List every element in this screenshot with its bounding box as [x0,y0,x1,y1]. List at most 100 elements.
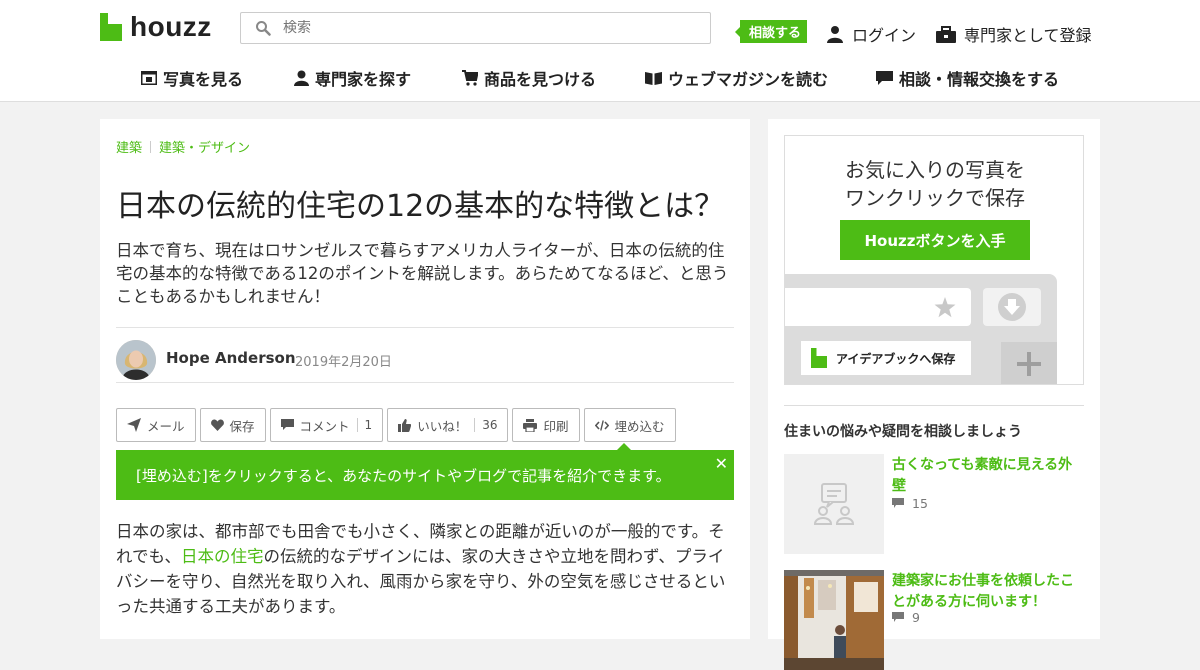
breadcrumb-separator [150,140,152,153]
comment-icon [892,612,904,622]
sidebar-divider [784,405,1084,406]
publish-date: 2019年2月20日 [295,355,392,370]
register-pro-link[interactable]: 専門家として登録 [936,22,1092,46]
main-nav: 写真を見る 専門家を探す 商品を見つける ウェブマガジンを読む 相談・情報交換を… [0,66,1200,92]
top-header: houzz 相談する ログイン 専門家として登録 写真を見る 専門家を探す 商品… [0,0,1200,102]
person-icon [294,70,309,86]
article-panel: 建築 建築・デザイン 日本の伝統的住宅の12の基本的な特徴とは？ 日本で育ち、現… [100,119,750,639]
comment-button[interactable]: コメント 1 [269,408,384,442]
author-photo [116,340,156,380]
article-body-paragraph: 日本の家は、都市部でも田舎でも小さく、隣家との距離が近いのが一般的です。それでも… [116,519,736,619]
question-thumbnail [784,454,884,554]
get-houzz-button[interactable]: Houzzボタンを入手 [840,220,1030,260]
download-icon [998,293,1026,321]
user-icon [827,26,843,43]
logo-text: houzz [130,11,212,42]
breadcrumb-item-architecture[interactable]: 建築 [116,137,142,156]
question-reply-count: 15 [912,496,928,511]
author-avatar[interactable] [116,340,156,380]
question-thumbnail [784,570,884,670]
nav-label-magazine: ウェブマガジンを読む [668,70,829,89]
question-meta: 15 [892,496,928,511]
save-to-ideabook-label: アイデアブックへ保存 [836,351,956,366]
divider [116,382,734,383]
mail-button[interactable]: メール [116,408,196,442]
consult-button[interactable]: 相談する [734,20,808,43]
search-box[interactable] [240,12,711,44]
nav-label-products: 商品を見つける [484,70,597,89]
nav-item-photos[interactable]: 写真を見る [141,66,243,90]
breadcrumb-item-design[interactable]: 建築・デザイン [159,137,250,156]
embed-info-text: [埋め込む]をクリックすると、あなたのサイトやブログで記事を紹介できます。 [136,466,671,485]
question-title[interactable]: 建築家にお仕事を依頼したことがある方に伺います！ [892,571,1082,613]
get-houzz-button-label: Houzzボタンを入手 [864,231,1006,250]
nav-label-professionals: 専門家を探す [315,70,412,89]
embed-label: 埋め込む [614,418,665,434]
thumbs-up-icon [398,418,412,432]
book-icon [645,72,662,85]
like-count: 36 [474,418,497,432]
embed-button[interactable]: 埋め込む [583,408,676,442]
save-to-ideabook-illustration: アイデアブックへ保存 [801,341,971,375]
question-title[interactable]: 古くなっても素敵に見える外壁 [892,455,1082,497]
chat-icon [876,70,893,85]
heart-icon [210,419,224,431]
download-button-illustration [983,288,1041,326]
author-name[interactable]: Hope Anderson [166,349,296,367]
search-icon [256,21,271,36]
send-icon [127,418,141,432]
nav-item-magazine[interactable]: ウェブマガジンを読む [645,66,828,90]
banner-pointer [616,443,632,451]
comment-icon [280,419,294,430]
search-input[interactable] [283,20,683,36]
consult-label: 相談する [749,26,802,41]
star-icon [934,297,956,318]
embed-info-banner: [埋め込む]をクリックすると、あなたのサイトやブログで記事を紹介できます。 ✕ [116,443,734,500]
discussion-placeholder-icon [813,483,855,525]
office-photo [784,570,884,670]
login-link[interactable]: ログイン [826,22,916,46]
article-title: 日本の伝統的住宅の12の基本的な特徴とは？ [116,189,725,224]
comment-count: 1 [356,418,372,432]
printer-icon [523,418,538,432]
sidebar: お気に入りの写真を ワンクリックで保存 Houzzボタンを入手 アイデアブックへ… [768,119,1100,670]
login-label: ログイン [852,26,917,45]
questions-heading: 住まいの悩みや疑問を相談しましょう [784,424,1022,440]
question-reply-count: 9 [912,610,920,625]
code-icon [594,419,609,431]
breadcrumb: 建築 建築・デザイン [116,137,250,156]
address-bar-illustration [785,288,971,326]
briefcase-icon [936,25,956,43]
print-button[interactable]: 印刷 [512,408,580,442]
mail-label: メール [147,418,185,434]
houzz-logo[interactable]: houzz [100,11,212,42]
promo-title-line2: ワンクリックで保存 [845,186,1025,210]
question-item[interactable]: 古くなっても素敵に見える外壁 15 [784,454,1084,554]
save-label: 保存 [229,418,255,434]
japanese-house-link[interactable]: 日本の住宅 [181,547,264,566]
print-label: 印刷 [543,418,569,434]
divider [116,327,734,328]
houzz-button-promo: お気に入りの写真を ワンクリックで保存 Houzzボタンを入手 アイデアブックへ… [784,135,1084,385]
comment-icon [892,498,904,508]
nav-label-discussions: 相談・情報交換をする [899,70,1060,89]
like-label: いいね！ [417,418,468,434]
cart-icon [462,70,478,86]
nav-label-photos: 写真を見る [163,70,244,89]
plus-illustration [1001,342,1057,384]
close-icon[interactable]: ✕ [715,454,728,473]
nav-item-discussions[interactable]: 相談・情報交換をする [876,66,1059,90]
question-item[interactable]: 建築家にお仕事を依頼したことがある方に伺います！ 9 [784,570,1084,670]
promo-title-line1: お気に入りの写真を [845,158,1025,182]
article-actions: メール 保存 コメント 1 いいね！ 36 印刷 埋め込む [116,408,680,442]
comment-label: コメント [299,418,350,434]
nav-item-professionals[interactable]: 専門家を探す [294,66,411,90]
like-button[interactable]: いいね！ 36 [387,408,509,442]
houzz-mark-icon [811,348,827,368]
register-label: 専門家として登録 [964,26,1092,45]
plus-icon [1017,352,1041,376]
promo-title: お気に入りの写真を ワンクリックで保存 [785,156,1083,212]
nav-item-products[interactable]: 商品を見つける [462,66,596,90]
browser-illustration: アイデアブックへ保存 [785,274,1057,384]
save-button[interactable]: 保存 [199,408,266,442]
